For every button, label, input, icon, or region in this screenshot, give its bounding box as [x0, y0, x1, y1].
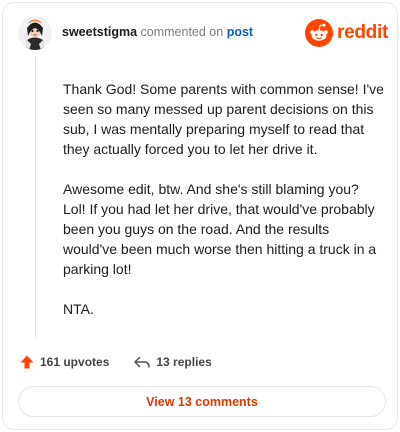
comment-card: sweetstigma commented on post reddit Tha… [2, 2, 398, 430]
upvote-count: 161 upvotes [40, 355, 110, 369]
comment-paragraph: Awesome edit, btw. And she's still blami… [63, 181, 377, 277]
reply-button[interactable]: 13 replies [133, 355, 212, 369]
reddit-logo[interactable]: reddit [305, 18, 388, 48]
avatar-icon [18, 16, 52, 50]
meta-verb: commented on [140, 25, 224, 39]
comment-actions: 161 upvotes 13 replies [19, 351, 236, 373]
user-avatar[interactable] [18, 16, 52, 50]
reddit-snoo-icon [305, 19, 334, 47]
view-comments-button[interactable]: View 13 comments [18, 386, 386, 417]
username-link[interactable]: sweetstigma [62, 25, 137, 39]
reply-count: 13 replies [156, 355, 212, 369]
comment-body: Thank God! Some parents with common sens… [63, 79, 385, 339]
reply-arrow-icon [134, 356, 151, 368]
comment-header: sweetstigma commented on post reddit [18, 16, 388, 56]
upvote-button[interactable]: 161 upvotes [19, 354, 109, 370]
comment-paragraph: Thank God! Some parents with common sens… [63, 81, 384, 157]
comment-meta: sweetstigma commented on post [62, 25, 253, 39]
thread-line[interactable] [35, 57, 36, 339]
brand-wordmark: reddit [337, 22, 388, 43]
post-link[interactable]: post [227, 25, 253, 39]
comment-paragraph: NTA. [63, 301, 94, 317]
upvote-arrow-icon [20, 355, 34, 369]
